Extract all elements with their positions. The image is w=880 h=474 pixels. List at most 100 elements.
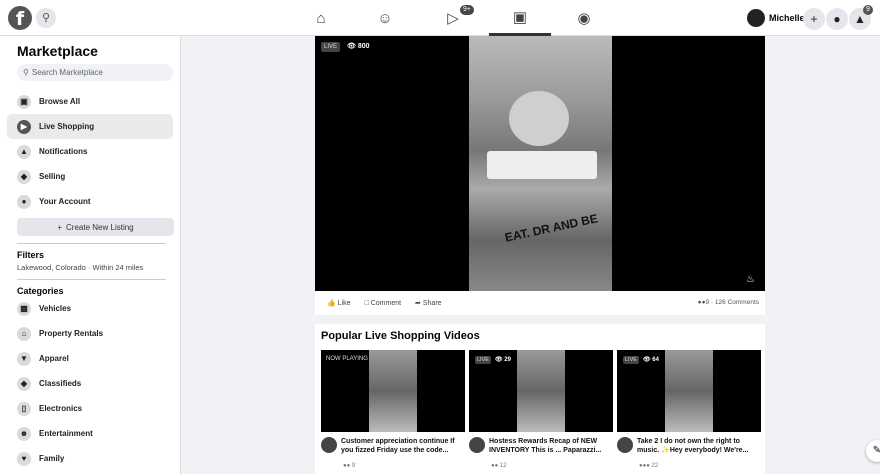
sidebar-item-label: Browse All — [39, 97, 81, 106]
search-placeholder: Search Marketplace — [31, 68, 104, 77]
category-entertainment[interactable]: ☻ Entertainment — [7, 421, 173, 446]
viewer-count: 👁 29 — [495, 357, 511, 363]
search-input[interactable]: ⚲ Search Marketplace — [17, 64, 173, 81]
category-label: Property Rentals — [39, 329, 104, 338]
category-family[interactable]: ♥ Family — [7, 446, 173, 471]
page-title: Marketplace — [17, 43, 98, 59]
category-label: Electronics — [39, 404, 83, 413]
person-icon: ● — [17, 194, 31, 209]
reaction-count-value: 12 — [499, 463, 507, 469]
video-card[interactable]: LIVE 👁 64 Take 2 I do not own the right … — [617, 350, 761, 469]
avatar[interactable] — [321, 437, 337, 453]
category-label: Family — [39, 454, 65, 463]
search-icon: ⚲ — [23, 68, 29, 77]
live-badge: LIVE — [321, 42, 341, 52]
category-apparel[interactable]: ▼ Apparel — [7, 346, 173, 371]
filters-heading: Filters — [17, 250, 45, 260]
sidebar-item-your-account[interactable]: ● Your Account — [7, 189, 173, 214]
share-label: Share — [422, 300, 442, 307]
like-label: Like — [337, 300, 351, 307]
thumbnail-image — [517, 350, 565, 432]
avatar — [747, 9, 765, 27]
sidebar-item-selling[interactable]: ◆ Selling — [7, 164, 173, 189]
people-icon: ☻ — [17, 426, 31, 441]
video-title[interactable]: Customer appreciation continue If you fi… — [341, 437, 465, 455]
category-classifieds[interactable]: ◆ Classifieds — [7, 371, 173, 396]
create-icon[interactable]: + — [803, 8, 825, 30]
watch-badge: 9+ — [460, 5, 474, 15]
plus-icon: + — [57, 222, 63, 232]
house-icon: ⌂ — [17, 326, 31, 341]
top-bar: f ⚲ ⌂ ☺ ▷ 9+ ▣ ◉ Michelle + ● ▲ 9 — [0, 0, 880, 36]
video-card[interactable]: NOW PLAYING Customer appreciation contin… — [321, 350, 465, 469]
video-overlay-text: EAT. DR AND BE — [503, 211, 600, 245]
viewer-count: 👁 64 — [643, 357, 659, 363]
divider — [17, 279, 166, 280]
tag-icon: ◆ — [17, 376, 31, 391]
avatar[interactable] — [617, 437, 633, 453]
friends-icon[interactable]: ☺ — [354, 0, 416, 36]
sidebar-item-label: Selling — [39, 172, 66, 181]
video-thumbnail[interactable]: NOW PLAYING — [321, 350, 465, 432]
product-tray-image — [487, 151, 597, 179]
facebook-logo-icon[interactable]: f — [8, 6, 32, 30]
category-label: Vehicles — [39, 304, 72, 313]
viewer-count-value: 64 — [652, 357, 659, 363]
profile-name: Michelle — [769, 13, 805, 23]
profile-button[interactable]: Michelle — [747, 9, 805, 27]
video-thumbnail[interactable]: LIVE 👁 29 — [469, 350, 613, 432]
category-vehicles[interactable]: ▩ Vehicles — [7, 296, 173, 321]
search-icon[interactable]: ⚲ — [36, 8, 56, 28]
storefront-icon: ▣ — [17, 94, 31, 109]
sidebar: Marketplace ⚲ Search Marketplace ▣ Brows… — [0, 36, 181, 474]
presenter-image — [509, 91, 569, 146]
messenger-icon[interactable]: ● — [826, 8, 848, 30]
location-filter[interactable]: Lakewood, Colorado · Within 24 miles — [17, 263, 173, 272]
bell-icon[interactable]: ▲ 9 — [849, 5, 873, 30]
watch-icon[interactable]: ▷ 9+ — [422, 0, 484, 36]
reaction-summary[interactable]: ●●9 · 126 Comments — [698, 299, 759, 306]
reaction-count-value: 9 — [351, 463, 356, 469]
sidebar-item-label: Notifications — [39, 147, 88, 156]
video-actions: 👍 Like □ Comment ➦ Share ●●9 · 126 Comme… — [315, 291, 765, 315]
new-message-icon[interactable]: ✎ — [866, 440, 880, 462]
sidebar-item-notifications[interactable]: ▲ Notifications — [7, 139, 173, 164]
now-playing-label: NOW PLAYING — [326, 356, 368, 362]
category-electronics[interactable]: ▯ Electronics — [7, 396, 173, 421]
thumbnail-image — [369, 350, 417, 432]
reaction-summary-text: 9 · 126 Comments — [705, 299, 759, 306]
shirt-icon: ▼ — [17, 351, 31, 366]
viewer-count-value: 800 — [357, 43, 370, 50]
home-icon[interactable]: ⌂ — [290, 0, 352, 36]
category-property-rentals[interactable]: ⌂ Property Rentals — [7, 321, 173, 346]
share-button[interactable]: ➦ Share — [415, 299, 442, 307]
video-icon: ▶ — [17, 119, 31, 134]
video-card[interactable]: LIVE 👁 29 Hostess Rewards Recap of NEW I… — [469, 350, 613, 469]
bell-icon: ▲ — [17, 144, 31, 159]
avatar[interactable] — [469, 437, 485, 453]
car-icon: ▩ — [17, 301, 31, 316]
marketplace-icon[interactable]: ▣ — [489, 0, 551, 36]
volume-icon[interactable]: ♨ — [746, 274, 755, 285]
reaction-count-value: 22 — [651, 463, 659, 469]
video-thumbnail[interactable]: LIVE 👁 64 — [617, 350, 761, 432]
tag-icon: ◆ — [17, 169, 31, 184]
sidebar-item-browse-all[interactable]: ▣ Browse All — [7, 89, 173, 114]
live-badge: LIVE — [623, 356, 639, 364]
viewer-count: 👁 800 — [347, 43, 370, 50]
video-title[interactable]: Take 2 I do not own the right to music. … — [637, 437, 761, 455]
sidebar-item-live-shopping[interactable]: ▶ Live Shopping — [7, 114, 173, 139]
video-title[interactable]: Hostess Rewards Recap of NEW INVENTORY T… — [489, 437, 613, 455]
like-button[interactable]: 👍 Like — [327, 299, 351, 307]
groups-icon[interactable]: ◉ — [553, 0, 615, 36]
sidebar-item-label: Your Account — [39, 197, 91, 206]
heart-icon: ♥ — [17, 451, 31, 466]
live-video-player[interactable]: LIVE 👁 800 EAT. DR AND BE ♨ — [315, 36, 765, 291]
reaction-count: ●●● 22 — [639, 463, 659, 469]
reaction-count: ●● 12 — [491, 463, 507, 469]
phone-icon: ▯ — [17, 401, 31, 416]
live-badge: LIVE — [475, 356, 491, 364]
create-listing-button[interactable]: + Create New Listing — [17, 218, 174, 236]
reaction-count: ●● 9 — [343, 463, 356, 469]
comment-button[interactable]: □ Comment — [365, 300, 402, 307]
